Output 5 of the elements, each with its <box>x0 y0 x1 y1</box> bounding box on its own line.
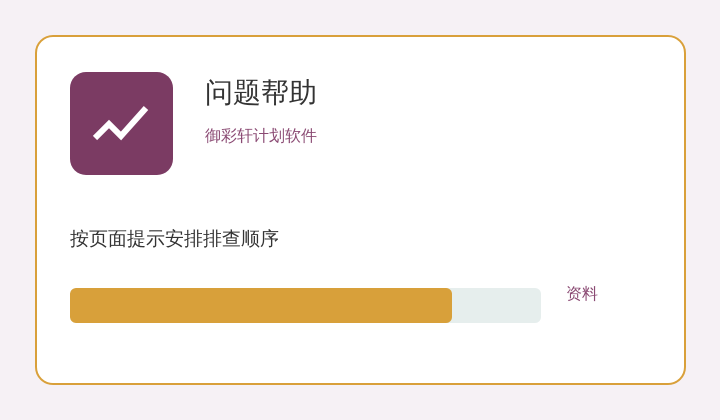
app-title: 问题帮助 <box>205 76 317 110</box>
app-subtitle: 御彩轩计划软件 <box>205 124 317 147</box>
instruction-text: 按页面提示安排排查顺序 <box>70 227 280 252</box>
chart-trend-icon <box>70 72 173 175</box>
resources-link[interactable]: 资料 <box>566 282 598 306</box>
